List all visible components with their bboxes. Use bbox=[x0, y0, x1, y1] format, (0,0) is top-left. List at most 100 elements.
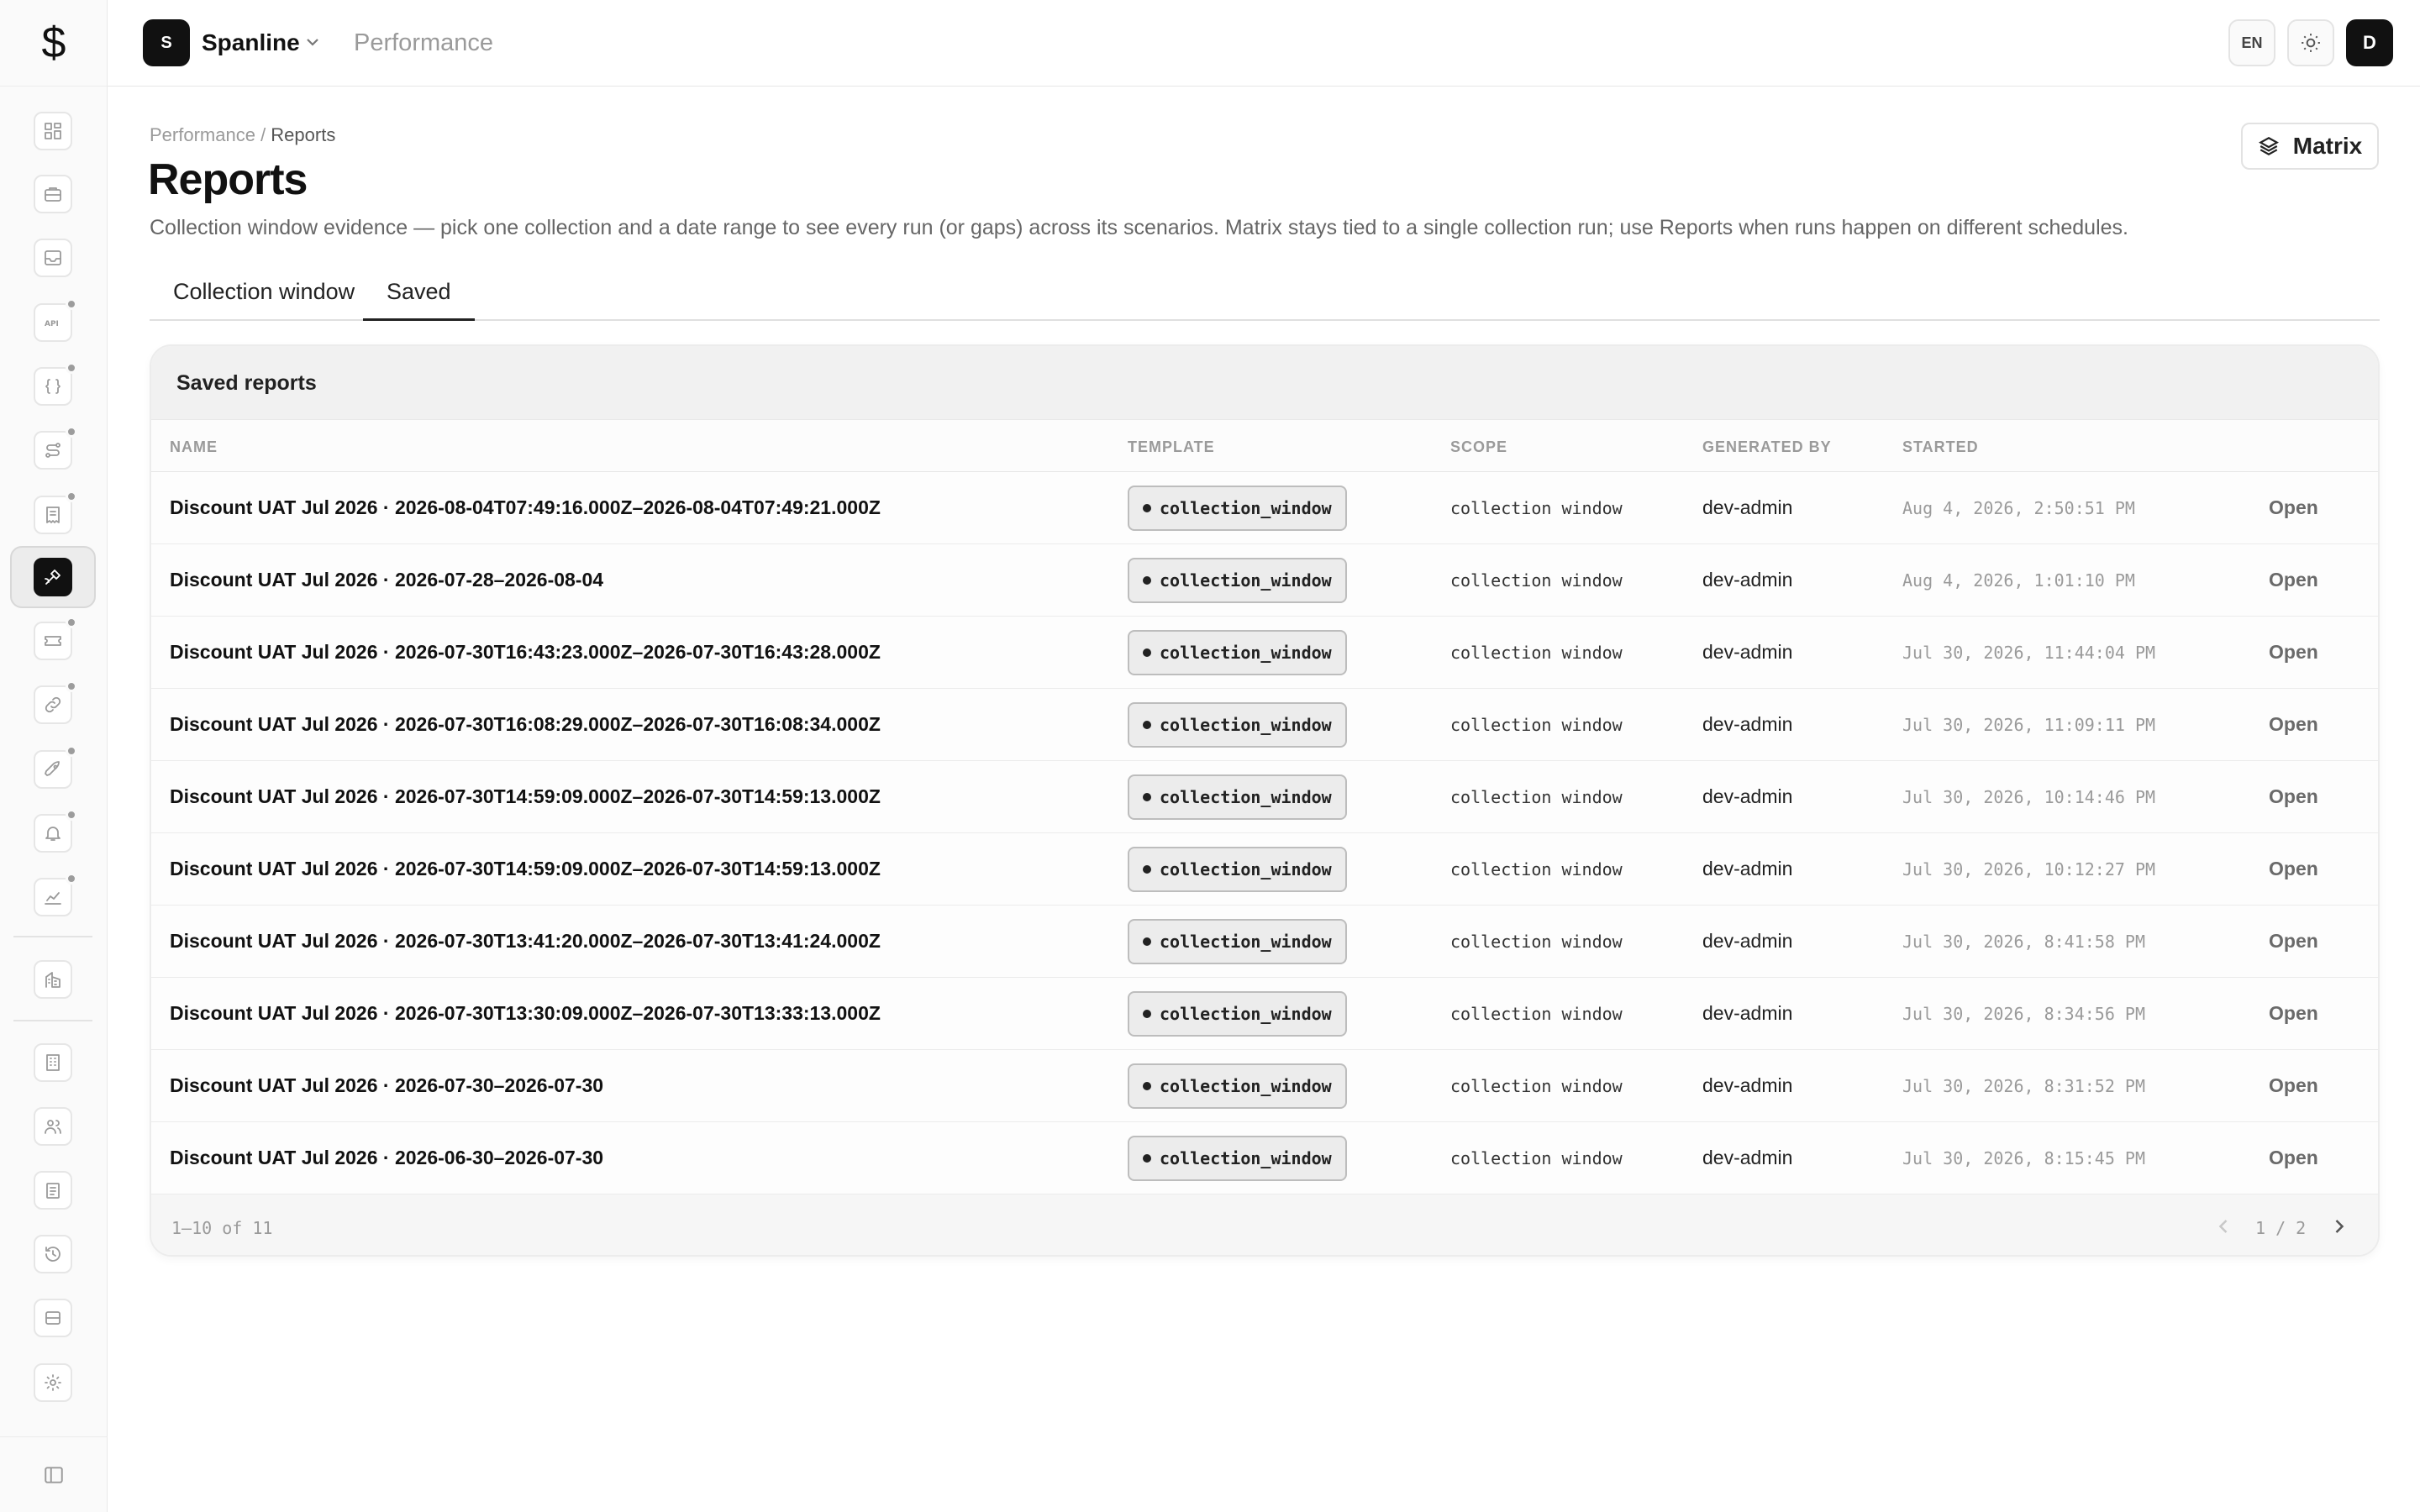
performance-icon bbox=[45, 570, 60, 585]
table-row[interactable]: Discount UAT Jul 2026 · 2026-08-04T07:49… bbox=[151, 472, 2378, 544]
report-name[interactable]: Discount UAT Jul 2026 · 2026-07-30T16:43… bbox=[170, 641, 881, 664]
open-report-link[interactable]: Open bbox=[2269, 641, 2318, 664]
badge-dot bbox=[1143, 721, 1151, 729]
table-row[interactable]: Discount UAT Jul 2026 · 2026-07-30T13:41… bbox=[151, 906, 2378, 978]
sidebar-item-tickets[interactable] bbox=[34, 617, 77, 660]
started-timestamp: Jul 30, 2026, 8:34:56 PM bbox=[1902, 1004, 2145, 1024]
sidebar-item-api[interactable]: API bbox=[34, 298, 77, 342]
sidebar-item-deploy[interactable] bbox=[34, 745, 77, 789]
open-report-link[interactable]: Open bbox=[2269, 1147, 2318, 1169]
template-label: collection_window bbox=[1160, 1004, 1332, 1024]
generated-by-value: dev-admin bbox=[1702, 858, 1793, 879]
user-avatar[interactable]: D bbox=[2346, 19, 2393, 66]
previous-page-button[interactable] bbox=[2212, 1215, 2235, 1238]
open-report-link[interactable]: Open bbox=[2269, 713, 2318, 736]
next-page-button[interactable] bbox=[2328, 1215, 2351, 1238]
badge-dot bbox=[1143, 1082, 1151, 1090]
braces-icon bbox=[45, 379, 60, 394]
template-label: collection_window bbox=[1160, 498, 1332, 518]
report-name[interactable]: Discount UAT Jul 2026 · 2026-07-30T13:41… bbox=[170, 930, 881, 953]
started-timestamp: Jul 30, 2026, 11:09:11 PM bbox=[1902, 715, 2156, 735]
open-report-link[interactable]: Open bbox=[2269, 785, 2318, 808]
sidebar-item-analytics[interactable] bbox=[34, 873, 77, 916]
tab-saved[interactable]: Saved bbox=[363, 279, 475, 321]
report-name[interactable]: Discount UAT Jul 2026 · 2026-07-30–2026-… bbox=[170, 1074, 603, 1097]
workspace-switcher[interactable] bbox=[302, 32, 323, 52]
table-row[interactable]: Discount UAT Jul 2026 · 2026-07-30T13:30… bbox=[151, 978, 2378, 1050]
table-footer: 1–10 of 11 1 / 2 bbox=[151, 1194, 2378, 1255]
generated-by-value: dev-admin bbox=[1702, 1074, 1793, 1096]
tab-collection-window[interactable]: Collection window bbox=[173, 279, 355, 321]
report-name[interactable]: Discount UAT Jul 2026 · 2026-07-30T14:59… bbox=[170, 858, 881, 880]
sidebar-item-receipts[interactable] bbox=[34, 491, 77, 534]
template-label: collection_window bbox=[1160, 932, 1332, 952]
ticket-icon bbox=[45, 636, 61, 646]
layers-icon bbox=[2258, 137, 2279, 155]
sidebar-item-inbox[interactable] bbox=[34, 239, 72, 277]
open-report-link[interactable]: Open bbox=[2269, 569, 2318, 591]
sidebar-item-users[interactable] bbox=[34, 1107, 72, 1146]
sidebar-item-performance[interactable] bbox=[34, 558, 72, 596]
open-report-link[interactable]: Open bbox=[2269, 496, 2318, 519]
receipt-icon bbox=[46, 507, 60, 523]
sidebar-item-storage[interactable] bbox=[34, 1299, 72, 1337]
table-row[interactable]: Discount UAT Jul 2026 · 2026-07-30T14:59… bbox=[151, 761, 2378, 833]
table-row[interactable]: Discount UAT Jul 2026 · 2026-07-30–2026-… bbox=[151, 1050, 2378, 1122]
badge-dot bbox=[1143, 576, 1151, 585]
badge-dot bbox=[1143, 648, 1151, 657]
table-row[interactable]: Discount UAT Jul 2026 · 2026-07-30T16:08… bbox=[151, 689, 2378, 761]
breadcrumb-separator: / bbox=[255, 124, 271, 145]
template-label: collection_window bbox=[1160, 1076, 1332, 1096]
sidebar-item-dashboard[interactable] bbox=[34, 112, 72, 150]
template-badge: collection_window bbox=[1128, 774, 1347, 820]
link-icon bbox=[45, 696, 61, 713]
template-badge: collection_window bbox=[1128, 630, 1347, 675]
table-row[interactable]: Discount UAT Jul 2026 · 2026-07-30T16:43… bbox=[151, 617, 2378, 689]
report-name[interactable]: Discount UAT Jul 2026 · 2026-07-30T14:59… bbox=[170, 785, 881, 808]
sidebar-item-organizations[interactable] bbox=[34, 960, 72, 999]
sidebar-item-settings[interactable] bbox=[34, 1363, 72, 1402]
column-header-name: NAME bbox=[170, 438, 218, 455]
workspace-name[interactable]: Spanline bbox=[202, 29, 300, 56]
sidebar-divider bbox=[13, 936, 92, 937]
table-row[interactable]: Discount UAT Jul 2026 · 2026-07-30T14:59… bbox=[151, 833, 2378, 906]
report-name[interactable]: Discount UAT Jul 2026 · 2026-07-30T16:08… bbox=[170, 713, 881, 736]
report-name[interactable]: Discount UAT Jul 2026 · 2026-08-04T07:49… bbox=[170, 496, 881, 519]
notification-dot bbox=[66, 362, 77, 374]
sidebar-item-code[interactable] bbox=[34, 362, 77, 406]
badge-dot bbox=[1143, 504, 1151, 512]
table-row[interactable]: Discount UAT Jul 2026 · 2026-06-30–2026-… bbox=[151, 1122, 2378, 1194]
workspace-badge[interactable]: S bbox=[143, 19, 190, 66]
sidebar-item-briefcase[interactable] bbox=[34, 175, 72, 213]
buildings-icon bbox=[45, 972, 60, 988]
report-name[interactable]: Discount UAT Jul 2026 · 2026-07-30T13:30… bbox=[170, 1002, 881, 1025]
theme-toggle-button[interactable] bbox=[2287, 19, 2334, 66]
chevron-left-icon bbox=[2218, 1220, 2228, 1233]
sidebar-item-documents[interactable] bbox=[34, 1171, 72, 1210]
language-button[interactable]: EN bbox=[2228, 19, 2275, 66]
breadcrumb-parent[interactable]: Performance bbox=[150, 124, 255, 145]
notification-dot bbox=[66, 298, 77, 310]
report-name[interactable]: Discount UAT Jul 2026 · 2026-07-28–2026-… bbox=[170, 569, 603, 591]
matrix-button[interactable]: Matrix bbox=[2241, 123, 2379, 170]
open-report-link[interactable]: Open bbox=[2269, 930, 2318, 953]
started-timestamp: Jul 30, 2026, 8:41:58 PM bbox=[1902, 932, 2145, 952]
rocket-icon bbox=[45, 761, 60, 776]
sidebar-item-companies[interactable] bbox=[34, 1043, 72, 1082]
open-report-link[interactable]: Open bbox=[2269, 1002, 2318, 1025]
open-report-link[interactable]: Open bbox=[2269, 1074, 2318, 1097]
report-name[interactable]: Discount UAT Jul 2026 · 2026-06-30–2026-… bbox=[170, 1147, 603, 1169]
table-row[interactable]: Discount UAT Jul 2026 · 2026-07-28–2026-… bbox=[151, 544, 2378, 617]
page-title: Reports bbox=[148, 155, 308, 204]
sidebar-item-links[interactable] bbox=[34, 680, 77, 724]
sidebar-item-routes[interactable] bbox=[34, 426, 77, 470]
app-logo[interactable]: $ bbox=[0, 0, 108, 87]
open-report-link[interactable]: Open bbox=[2269, 858, 2318, 880]
matrix-button-label: Matrix bbox=[2292, 133, 2363, 159]
scope-value: collection window bbox=[1450, 1076, 1623, 1096]
scope-value: collection window bbox=[1450, 1148, 1623, 1168]
sidebar-item-history[interactable] bbox=[34, 1235, 72, 1273]
history-icon bbox=[45, 1247, 60, 1262]
sidebar-item-alerts[interactable] bbox=[34, 809, 77, 853]
sidebar-collapse-button[interactable] bbox=[0, 1436, 108, 1512]
